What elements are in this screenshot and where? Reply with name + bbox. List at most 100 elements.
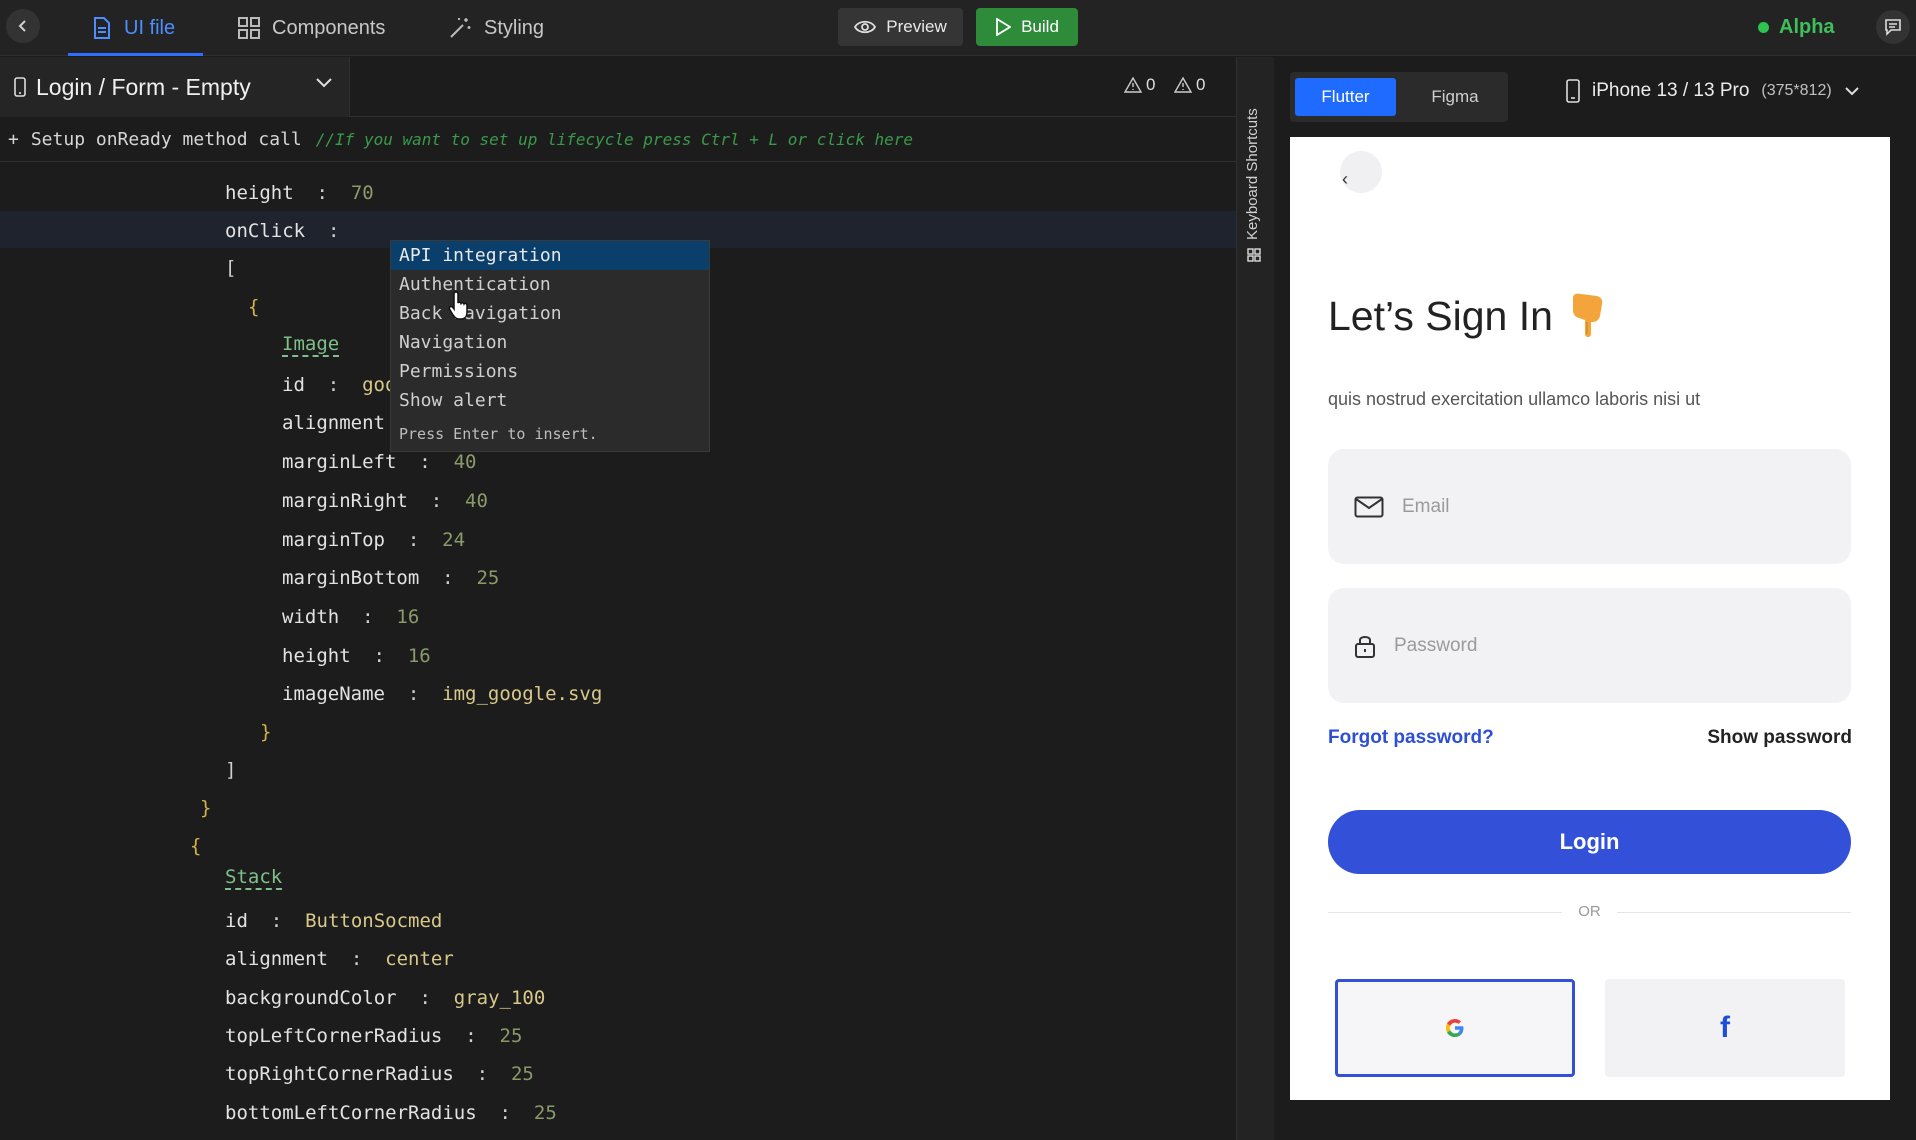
code-line: ] [225, 759, 237, 781]
autocomplete-item[interactable]: API integration [391, 241, 709, 270]
setup-command: Setup onReady method call [30, 129, 302, 150]
file-title: Login / Form - Empty [36, 73, 251, 100]
autocomplete-item[interactable]: Navigation [391, 328, 709, 357]
or-label: OR [1578, 903, 1601, 920]
autocomplete-hint: Press Enter to insert. [399, 425, 598, 443]
code-line: alignment : center [225, 948, 454, 970]
tab-ui-file[interactable]: UI file [67, 0, 204, 56]
build-button[interactable]: Build [976, 8, 1078, 46]
tab-label: Styling [484, 16, 545, 39]
show-password-toggle[interactable]: Show password [1707, 727, 1852, 749]
tab-styling[interactable]: Styling [448, 0, 544, 56]
setup-comment: //If you want to set up lifecycle press … [315, 130, 914, 149]
plus-icon: + [8, 129, 19, 150]
code-line: marginTop : 24 [282, 529, 466, 551]
code-line: marginRight : 40 [282, 490, 488, 512]
warning-icon [1174, 77, 1192, 93]
code-line: bottomLeftCornerRadius : 25 [225, 1102, 557, 1124]
warnings-count: 0 [1146, 75, 1156, 94]
autocomplete-item[interactable]: Show alert [391, 386, 709, 415]
phone-preview: ‹ Let’s Sign In quis nostrud exercitatio… [1290, 137, 1890, 1100]
code-line: width : 16 [282, 606, 420, 628]
environment-badge: Alpha [1758, 16, 1835, 39]
code-line: id : ButtonSocmed [225, 910, 443, 932]
title-text: Let’s Sign In [1328, 292, 1553, 339]
code-line: marginBottom : 25 [282, 567, 500, 589]
warning-icon [1124, 77, 1142, 93]
code-line: height : 16 [282, 645, 431, 667]
keyboard-grid-icon [1247, 248, 1261, 262]
eye-icon [854, 20, 877, 34]
code-line: id : goo [282, 374, 397, 396]
phone-icon [1566, 79, 1580, 103]
login-button[interactable]: Login [1328, 810, 1851, 874]
page-subtitle: quis nostrud exercitation ullamco labori… [1328, 389, 1701, 409]
file-icon [94, 17, 110, 39]
chevron-down-icon [1844, 87, 1859, 96]
tab-flutter[interactable]: Flutter [1295, 78, 1396, 116]
google-signin-button[interactable] [1335, 979, 1575, 1077]
autocomplete-dropdown[interactable]: API integration Authentication Back navi… [390, 240, 710, 452]
autocomplete-item[interactable]: Authentication [391, 270, 709, 299]
device-dimensions: (375*812) [1761, 82, 1832, 99]
forgot-password-link[interactable]: Forgot password? [1328, 727, 1494, 749]
back-button[interactable] [6, 9, 40, 43]
code-line: { [190, 835, 202, 857]
errors-count: 0 [1196, 75, 1206, 94]
feedback-button[interactable] [1876, 10, 1910, 44]
top-toolbar: UI file Components Styling Preview Build… [0, 0, 1916, 56]
google-icon [1446, 1019, 1464, 1037]
code-line: topLeftCornerRadius : 25 [225, 1025, 523, 1047]
hand-pointer-icon [448, 291, 468, 320]
chat-icon [1885, 19, 1901, 36]
password-placeholder: Password [1394, 634, 1478, 656]
file-selector[interactable]: Login / Form - Empty [0, 57, 350, 117]
tab-label: UI file [124, 16, 176, 39]
code-line: Image [282, 333, 340, 357]
errors-indicator[interactable]: 0 [1174, 75, 1205, 95]
code-line: [ [225, 257, 237, 279]
device-selector[interactable]: iPhone 13 / 13 Pro (375*812) [1566, 78, 1860, 104]
status-dot [1758, 22, 1769, 33]
email-placeholder: Email [1402, 495, 1450, 517]
autocomplete-item[interactable]: Back navigation [391, 299, 709, 328]
environment-label: Alpha [1779, 16, 1835, 38]
file-header: Login / Form - Empty 0 0 [0, 57, 1236, 117]
code-line: } [200, 797, 212, 819]
code-line: } [260, 721, 272, 743]
email-field[interactable]: Email [1328, 449, 1851, 564]
code-line: topRightCornerRadius : 25 [225, 1063, 534, 1085]
facebook-icon: f [1720, 1011, 1730, 1044]
or-divider: OR [1328, 902, 1851, 922]
code-line: { [248, 296, 260, 318]
tab-label: Components [272, 16, 386, 39]
preview-label: Preview [886, 17, 947, 36]
code-line: onClick : [225, 220, 340, 242]
preview-back-button[interactable]: ‹ [1340, 151, 1382, 193]
facebook-signin-button[interactable]: f [1605, 979, 1845, 1077]
hand-pointing-down-icon [1572, 293, 1603, 337]
build-label: Build [1021, 17, 1059, 36]
password-field[interactable]: Password [1328, 588, 1851, 703]
preview-button[interactable]: Preview [838, 8, 963, 46]
chevron-down-icon [316, 78, 332, 88]
tab-components[interactable]: Components [238, 0, 385, 56]
code-line: height : 70 [225, 182, 374, 204]
setup-onready-line[interactable]: + Setup onReady method call //If you wan… [0, 118, 1236, 162]
autocomplete-item[interactable]: Permissions [391, 357, 709, 386]
play-icon [996, 18, 1012, 36]
grid-icon [238, 17, 260, 39]
code-line: marginLeft : 40 [282, 451, 477, 473]
code-line: imageName : img_google.svg [282, 683, 603, 705]
warnings-indicator[interactable]: 0 [1124, 75, 1155, 95]
tab-figma[interactable]: Figma [1405, 78, 1505, 116]
code-line: alignment [282, 412, 385, 434]
device-name: iPhone 13 / 13 Pro [1592, 80, 1750, 101]
magic-wand-icon [450, 18, 471, 38]
chevron-left-icon [18, 20, 26, 32]
keyboard-shortcuts-label[interactable]: Keyboard Shortcuts [1244, 60, 1261, 240]
phone-icon [14, 77, 26, 97]
code-line: backgroundColor : gray_100 [225, 987, 546, 1009]
code-line: Stack [225, 866, 283, 890]
page-title: Let’s Sign In [1328, 292, 1607, 340]
